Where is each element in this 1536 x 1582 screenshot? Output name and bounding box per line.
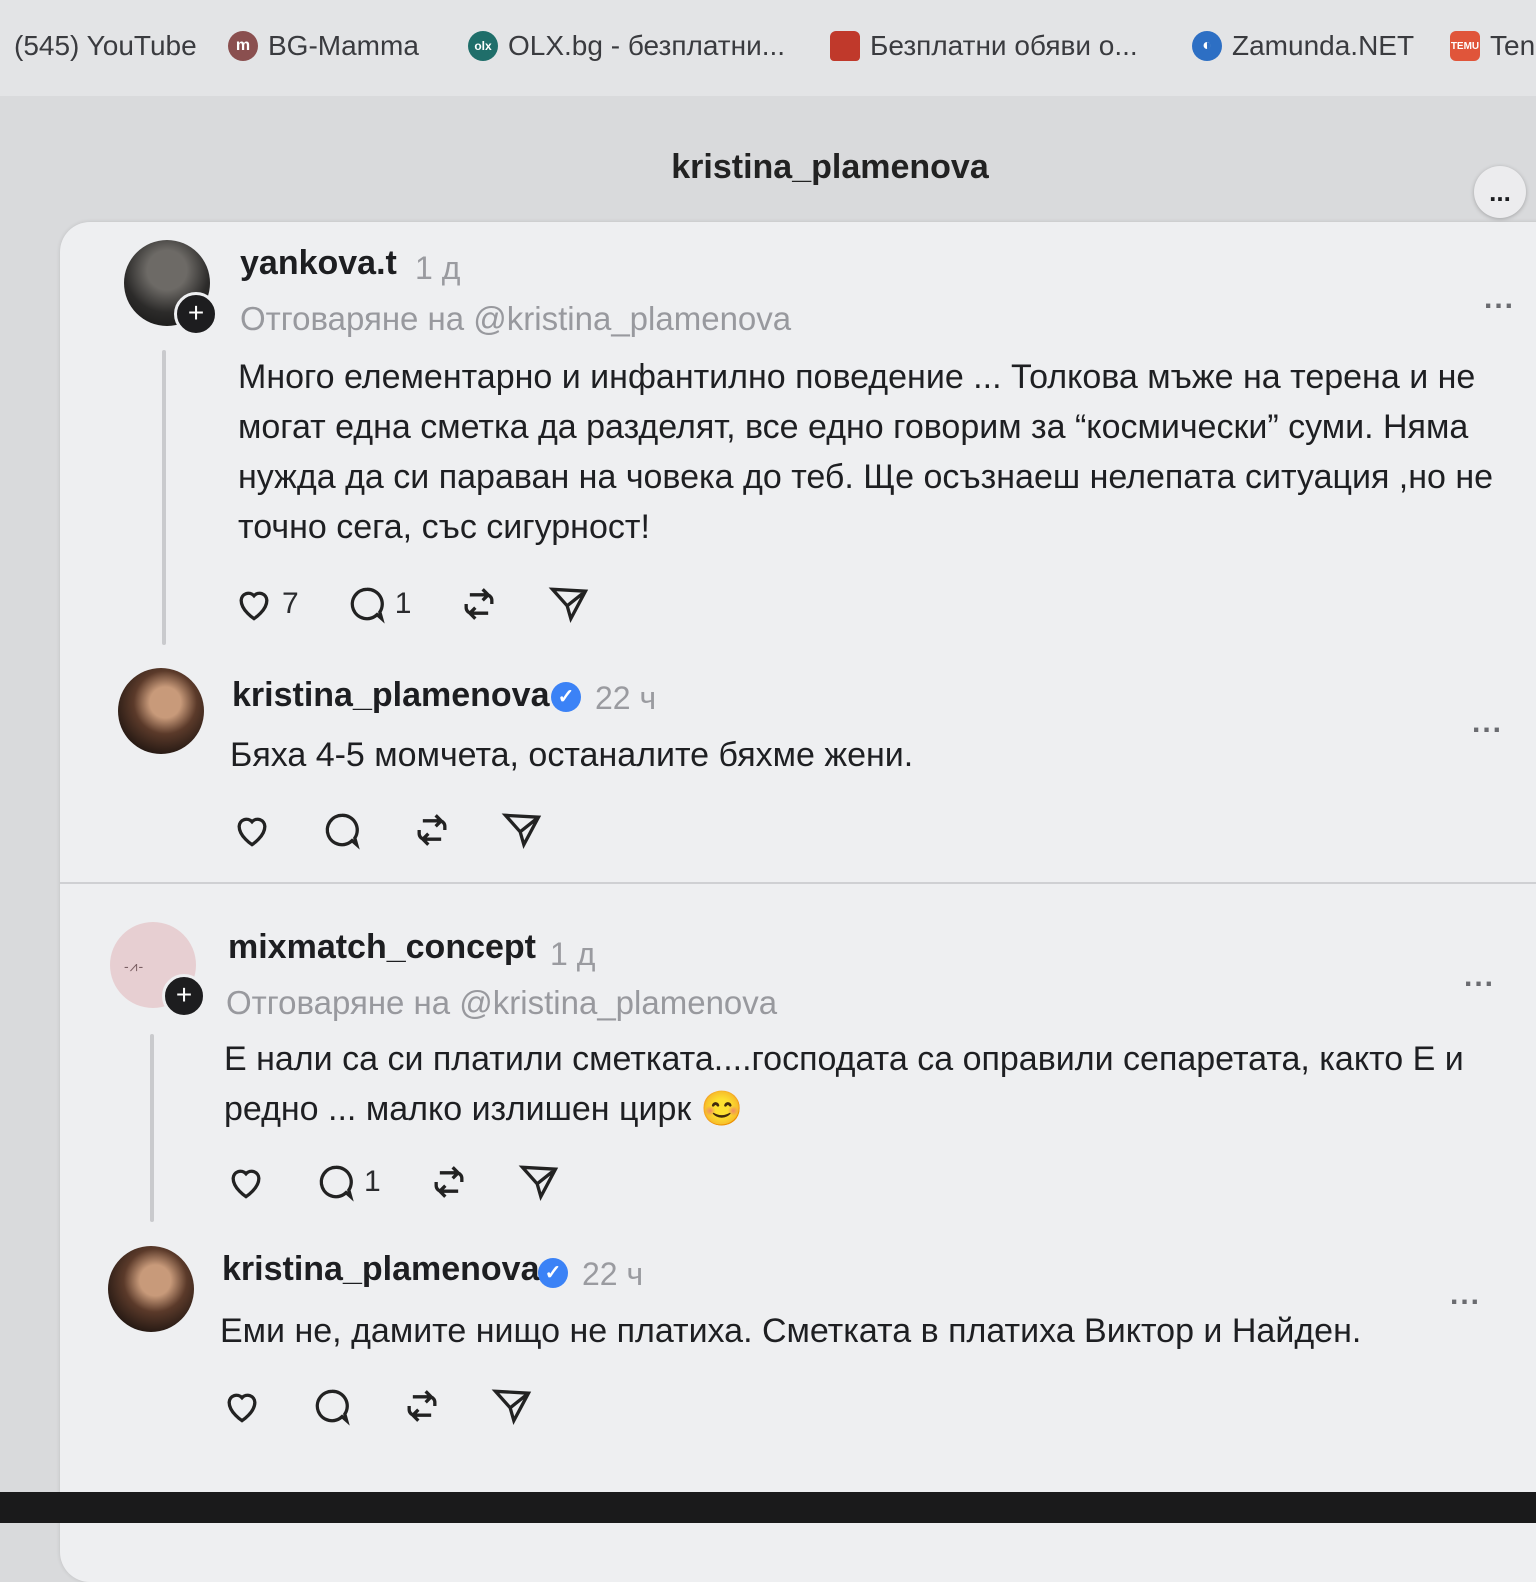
repost-button[interactable] — [400, 1384, 444, 1428]
more-icon: ... — [1489, 176, 1511, 207]
bag-icon — [830, 31, 860, 61]
repost-button[interactable] — [457, 582, 501, 626]
like-button[interactable] — [224, 1160, 268, 1204]
zamunda-icon: ◐ — [1192, 31, 1222, 61]
username[interactable]: kristina_plamenova — [232, 676, 549, 715]
bookmark-olx[interactable]: olx OLX.bg - безплатни... — [468, 30, 785, 62]
bookmarks-bar: (545) YouTube m BG-Mamma olx OLX.bg - бе… — [0, 0, 1536, 96]
share-button[interactable] — [517, 1160, 561, 1204]
verified-badge-icon: ✓ — [538, 1258, 568, 1288]
bookmark-label: OLX.bg - безплатни... — [508, 30, 786, 61]
like-count: 7 — [282, 587, 299, 620]
post-actions — [220, 1384, 580, 1428]
comment-icon — [350, 587, 385, 624]
username[interactable]: yankova.t — [240, 244, 397, 283]
screen-bezel — [0, 1492, 1536, 1523]
post-text: Много елементарно и инфантилно поведение… — [238, 358, 1494, 546]
repost-icon — [434, 1166, 464, 1198]
send-icon — [518, 1165, 558, 1202]
page-title: kristina_plamenova — [671, 148, 989, 186]
comment-icon — [325, 813, 360, 850]
bgmamma-icon: m — [228, 31, 258, 61]
logo-icon: -⩘- — [124, 958, 145, 974]
thread-divider — [60, 882, 1536, 884]
repost-button[interactable] — [410, 808, 454, 852]
post-text: Е нали са си платили сметката....господа… — [224, 1040, 1464, 1128]
post-actions: 1 — [224, 1160, 607, 1204]
post-time: 22 ч — [595, 680, 657, 716]
post-actions: 7 1 — [232, 582, 637, 626]
username[interactable]: mixmatch_concept — [228, 928, 536, 967]
thread-line — [162, 350, 166, 645]
bookmark-label: (545) YouTube — [14, 30, 197, 61]
reply-button[interactable] — [310, 1384, 354, 1428]
bookmark-label: Zamunda.NET — [1232, 30, 1415, 61]
bookmark-obyavi[interactable]: Безплатни обяви о... — [830, 30, 1138, 62]
post-time: 22 ч — [582, 1256, 644, 1292]
share-button[interactable] — [490, 1384, 534, 1428]
username[interactable]: kristina_plamenova — [222, 1250, 539, 1289]
more-options-button[interactable]: ... — [1474, 166, 1526, 218]
like-button[interactable] — [220, 1384, 264, 1428]
repost-icon — [417, 814, 447, 846]
send-icon — [501, 813, 542, 850]
avatar[interactable] — [118, 668, 204, 754]
follow-plus-icon[interactable]: + — [162, 974, 206, 1018]
temu-icon: TEMU — [1450, 31, 1480, 61]
reply-button[interactable]: 1 — [345, 582, 412, 626]
bookmark-label: Ten — [1490, 30, 1536, 61]
heart-icon — [237, 817, 267, 847]
like-button[interactable] — [230, 808, 274, 852]
post-text: Бяха 4-5 момчета, останалите бяхме жени. — [230, 736, 914, 774]
post-time: 1 д — [550, 936, 596, 972]
repost-button[interactable] — [427, 1160, 471, 1204]
post-text: Еми не, дамите нищо не платиха. Сметката… — [220, 1312, 1362, 1350]
repost-icon — [407, 1390, 437, 1422]
follow-plus-icon[interactable]: + — [174, 292, 218, 336]
reply-button[interactable]: 1 — [314, 1160, 381, 1204]
bookmark-bgmamma[interactable]: m BG-Mamma — [228, 30, 419, 62]
heart-icon — [227, 1393, 257, 1423]
reply-to-label[interactable]: Отговаряне на @kristina_plamenova — [226, 984, 777, 1022]
heart-icon — [239, 591, 269, 621]
share-button[interactable] — [500, 808, 544, 852]
olx-icon: olx — [468, 31, 498, 61]
post-time: 1 д — [415, 250, 461, 286]
heart-icon — [231, 1169, 261, 1199]
bookmark-temu[interactable]: TEMU Ten — [1450, 30, 1535, 62]
share-button[interactable] — [547, 582, 591, 626]
comment-icon — [315, 1389, 350, 1426]
reply-count: 1 — [364, 1165, 381, 1198]
avatar[interactable] — [108, 1246, 194, 1332]
thread-line — [150, 1034, 154, 1222]
reply-button[interactable] — [320, 808, 364, 852]
post-menu-icon[interactable]: ... — [1464, 960, 1495, 994]
send-icon — [491, 1389, 532, 1426]
bookmark-label: Безплатни обяви о... — [870, 30, 1138, 61]
send-icon — [549, 587, 589, 624]
post-menu-icon[interactable]: ... — [1484, 282, 1515, 316]
post-actions — [230, 808, 590, 852]
reply-count: 1 — [394, 587, 412, 620]
reply-to-label[interactable]: Отговаряне на @kristina_plamenova — [240, 300, 791, 338]
repost-icon — [464, 588, 494, 620]
comment-icon — [319, 1165, 354, 1202]
bookmark-zamunda[interactable]: ◐ Zamunda.NET — [1192, 30, 1414, 62]
verified-badge-icon: ✓ — [551, 682, 581, 712]
bookmark-label: BG-Mamma — [268, 30, 419, 61]
like-button[interactable]: 7 — [232, 582, 299, 626]
bookmark-youtube[interactable]: (545) YouTube — [14, 30, 197, 62]
